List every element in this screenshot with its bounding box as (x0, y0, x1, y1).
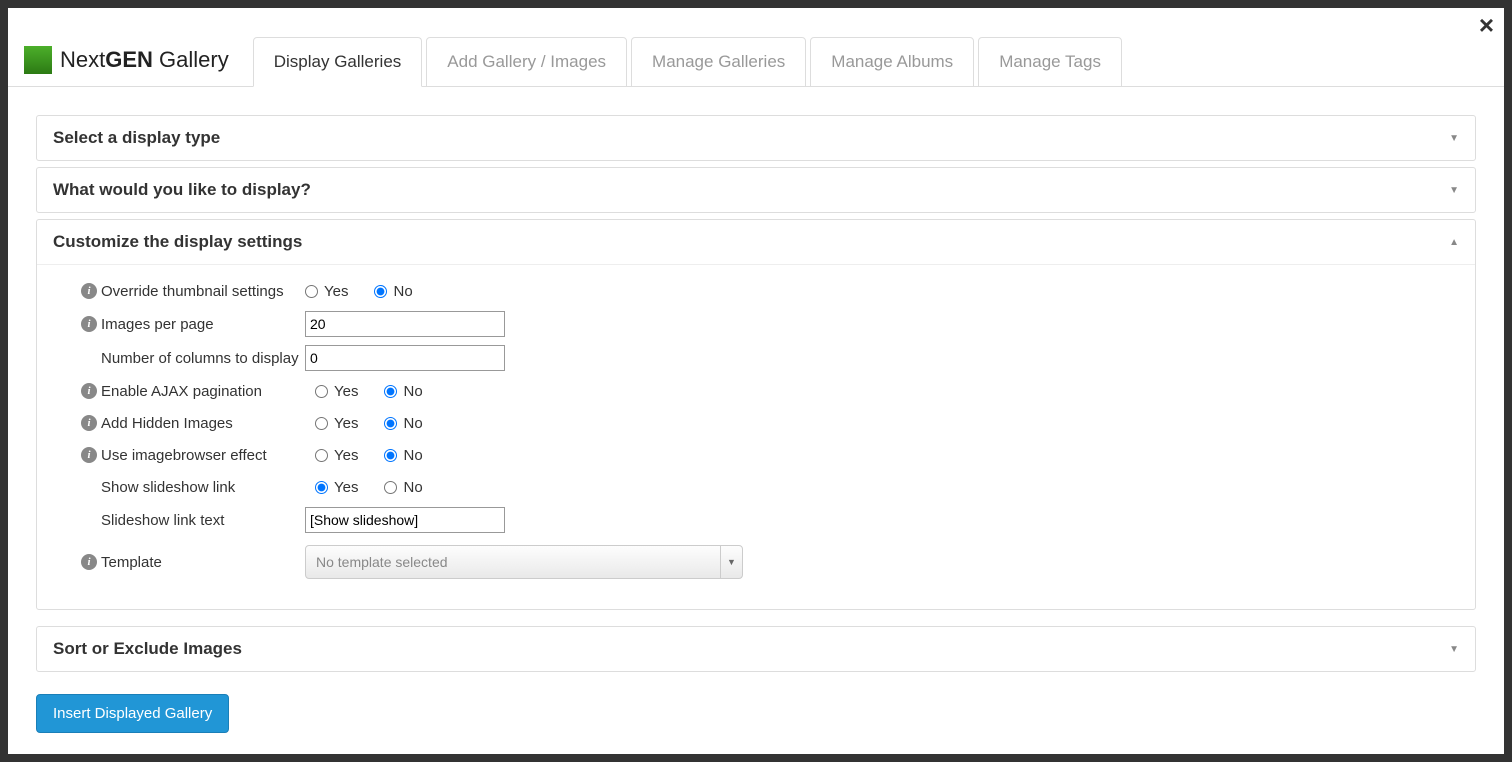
label-images-per-page: Images per page (101, 316, 214, 333)
label-ajax: Enable AJAX pagination (101, 383, 262, 400)
label-template: Template (101, 554, 162, 571)
header-tabs-row: NextGEN Gallery Display Galleries Add Ga… (8, 36, 1504, 87)
input-images-per-page[interactable] (305, 311, 505, 337)
template-select[interactable]: No template selected ▼ (305, 545, 743, 579)
accordion-sort-exclude: Sort or Exclude Images ▼ (36, 626, 1476, 672)
radio-ajax-yes[interactable]: Yes (315, 383, 358, 400)
info-icon[interactable]: i (81, 383, 97, 399)
template-placeholder: No template selected (316, 554, 448, 570)
row-columns: Number of columns to display (81, 345, 1459, 371)
insert-gallery-button[interactable]: Insert Displayed Gallery (36, 694, 229, 733)
radio-hidden-yes[interactable]: Yes (315, 415, 358, 432)
accordion-title: What would you like to display? (53, 180, 311, 200)
radio-ib-no[interactable]: No (384, 447, 422, 464)
radio-ajax-no[interactable]: No (384, 383, 422, 400)
row-imagebrowser: i Use imagebrowser effect Yes No (81, 443, 1459, 467)
accordion-title: Sort or Exclude Images (53, 639, 242, 659)
accordion-header-sort-exclude[interactable]: Sort or Exclude Images ▼ (37, 627, 1475, 671)
info-icon[interactable]: i (81, 283, 97, 299)
caret-down-icon: ▼ (1449, 133, 1459, 144)
label-slideshow-link: Show slideshow link (101, 479, 235, 496)
row-template: i Template No template selected ▼ (81, 545, 1459, 579)
radio-sl-no[interactable]: No (384, 479, 422, 496)
row-override-thumb: i Override thumbnail settings Yes No (81, 279, 1459, 303)
row-ajax: i Enable AJAX pagination Yes No (81, 379, 1459, 403)
radio-override-no[interactable]: No (374, 283, 412, 300)
accordion-header-customize[interactable]: Customize the display settings ▲ (37, 220, 1475, 264)
label-hidden: Add Hidden Images (101, 415, 233, 432)
chevron-down-icon: ▼ (720, 546, 742, 578)
caret-up-icon: ▲ (1449, 237, 1459, 248)
close-icon[interactable]: × (1479, 12, 1494, 38)
tab-manage-albums[interactable]: Manage Albums (810, 37, 974, 87)
radio-sl-yes[interactable]: Yes (315, 479, 358, 496)
radio-ib-yes[interactable]: Yes (315, 447, 358, 464)
accordion-select-type: Select a display type ▼ (36, 115, 1476, 161)
accordion-header-what-display[interactable]: What would you like to display? ▼ (37, 168, 1475, 212)
modal-dialog: × NextGEN Gallery Display Galleries Add … (8, 8, 1504, 754)
brand-text: NextGEN Gallery (60, 47, 229, 73)
row-images-per-page: i Images per page (81, 311, 1459, 337)
label-columns: Number of columns to display (101, 350, 299, 367)
radio-override-yes[interactable]: Yes (305, 283, 348, 300)
label-slideshow-text: Slideshow link text (101, 512, 224, 529)
tab-manage-galleries[interactable]: Manage Galleries (631, 37, 806, 87)
input-columns[interactable] (305, 345, 505, 371)
input-slideshow-text[interactable] (305, 507, 505, 533)
tabs: Display Galleries Add Gallery / Images M… (253, 36, 1122, 86)
accordion-header-select-type[interactable]: Select a display type ▼ (37, 116, 1475, 160)
label-override-thumb: Override thumbnail settings (101, 283, 284, 300)
tab-add-gallery[interactable]: Add Gallery / Images (426, 37, 627, 87)
radio-hidden-no[interactable]: No (384, 415, 422, 432)
row-slideshow-text: Slideshow link text (81, 507, 1459, 533)
row-slideshow-link: Show slideshow link Yes No (81, 475, 1459, 499)
accordion-what-display: What would you like to display? ▼ (36, 167, 1476, 213)
brand-logo-icon (24, 46, 52, 74)
label-imagebrowser: Use imagebrowser effect (101, 447, 267, 464)
tab-manage-tags[interactable]: Manage Tags (978, 37, 1122, 87)
accordion-customize: Customize the display settings ▲ i Overr… (36, 219, 1476, 610)
info-icon[interactable]: i (81, 415, 97, 431)
caret-down-icon: ▼ (1449, 644, 1459, 655)
content-area: Select a display type ▼ What would you l… (8, 87, 1504, 753)
info-icon[interactable]: i (81, 554, 97, 570)
info-icon[interactable]: i (81, 316, 97, 332)
accordion-title: Customize the display settings (53, 232, 302, 252)
accordion-title: Select a display type (53, 128, 220, 148)
tab-display-galleries[interactable]: Display Galleries (253, 37, 423, 87)
brand: NextGEN Gallery (18, 38, 239, 86)
info-icon[interactable]: i (81, 447, 97, 463)
caret-down-icon: ▼ (1449, 185, 1459, 196)
row-hidden: i Add Hidden Images Yes No (81, 411, 1459, 435)
accordion-body-customize: i Override thumbnail settings Yes No i I… (37, 264, 1475, 609)
